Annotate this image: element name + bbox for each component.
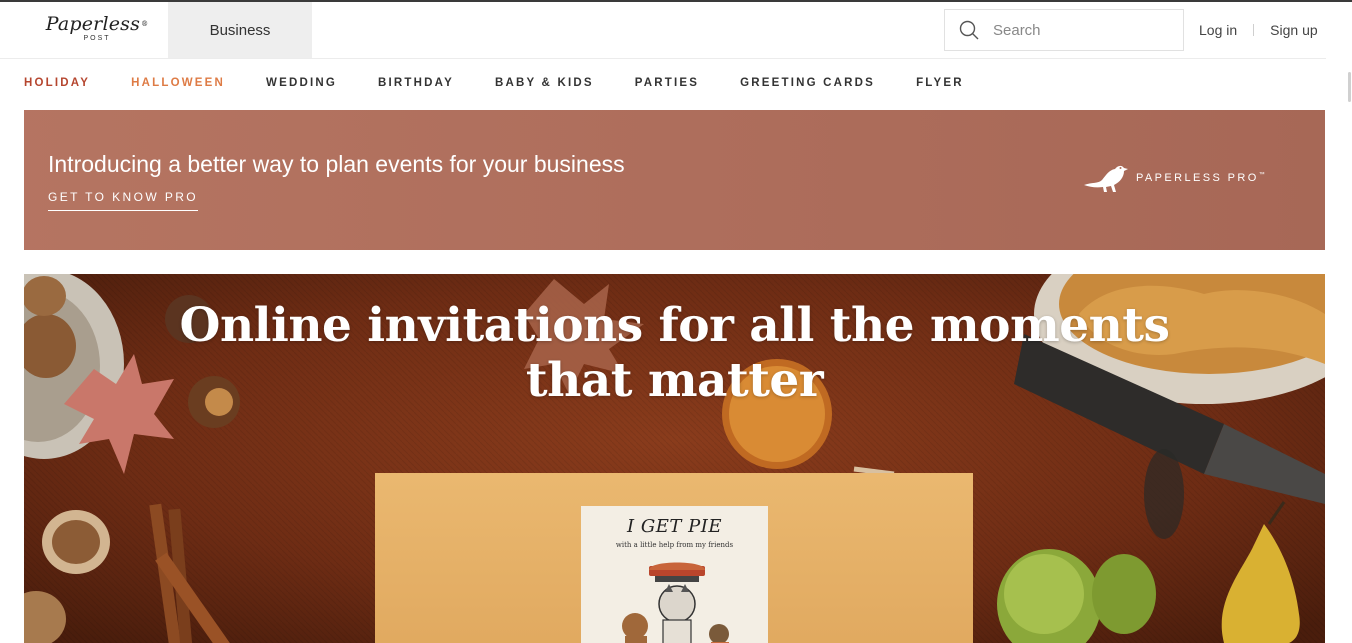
hero-title: Online invitations for all the moments t… xyxy=(24,298,1325,408)
search-box[interactable] xyxy=(944,9,1184,51)
header-divider xyxy=(0,58,1326,59)
nav-baby-kids[interactable]: BABY & KIDS xyxy=(495,77,594,89)
nav-holiday[interactable]: HOLIDAY xyxy=(24,77,90,89)
business-tab[interactable]: Business xyxy=(168,2,312,58)
promo-title: Introducing a better way to plan events … xyxy=(48,151,625,177)
invitation-card[interactable]: I GET PIE with a little help from my fri… xyxy=(581,506,768,643)
scrollbar-thumb[interactable] xyxy=(1348,72,1351,102)
card-subtitle: with a little help from my friends xyxy=(615,541,734,549)
pro-brand: PAPERLESS PRO™ xyxy=(1136,172,1265,184)
hero-section: Online invitations for all the moments t… xyxy=(24,274,1325,643)
auth-links: Log in Sign up xyxy=(1199,20,1318,40)
search-input[interactable] xyxy=(993,21,1173,39)
card-illustration xyxy=(622,562,729,643)
search-icon xyxy=(959,20,979,40)
paperless-post-logo[interactable]: Paperless® POST xyxy=(36,13,158,49)
auth-divider xyxy=(1253,24,1255,36)
nav-wedding[interactable]: WEDDING xyxy=(266,77,337,89)
nav-halloween[interactable]: HALLOWEEN xyxy=(131,77,225,89)
nav-birthday[interactable]: BIRTHDAY xyxy=(378,77,454,89)
get-to-know-pro-link[interactable]: GET TO KNOW PRO xyxy=(48,190,199,211)
logo-post: POST xyxy=(83,35,111,42)
pro-promo-banner[interactable]: Introducing a better way to plan events … xyxy=(24,110,1325,250)
login-link[interactable]: Log in xyxy=(1199,22,1237,38)
card-title: I GET PIE xyxy=(627,516,722,537)
category-nav: HOLIDAY HALLOWEEN WEDDING BIRTHDAY BABY … xyxy=(24,74,1005,92)
signup-link[interactable]: Sign up xyxy=(1270,22,1317,38)
hero-title-line1: Online invitations for all the moments xyxy=(179,298,1170,353)
paperless-pro-logo: PAPERLESS PRO™ xyxy=(1082,160,1265,196)
nav-parties[interactable]: PARTIES xyxy=(635,77,699,89)
hero-title-line2: that matter xyxy=(525,353,824,408)
nav-flyer[interactable]: FLYER xyxy=(916,77,964,89)
nav-greeting-cards[interactable]: GREETING CARDS xyxy=(740,77,875,89)
bird-icon xyxy=(1082,160,1130,196)
scrollbar-track[interactable] xyxy=(1326,2,1352,643)
site-header: Paperless® POST Business Log in Sign up xyxy=(0,2,1326,58)
logo-script: Paperless® xyxy=(45,13,149,35)
